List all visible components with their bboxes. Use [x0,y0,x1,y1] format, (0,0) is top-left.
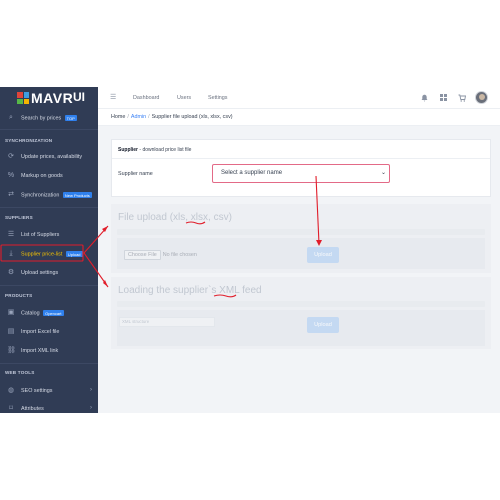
sidebar-item-search[interactable]: ⌕ Search by prices TOP [0,110,98,126]
section-title-products: PRODUCTS [5,293,33,298]
sidebar-divider [0,363,98,364]
xml-feed-bar [117,301,485,307]
download-icon: ⤓ [9,250,13,257]
menu-icon[interactable]: ☰ [110,94,116,102]
bell-icon[interactable] [421,94,428,105]
sidebar-item-label: Search by prices [21,115,62,122]
sidebar-item-import-excel[interactable]: ▤ Import Excel file [0,324,98,340]
sidebar-item-label: Update prices, availability [21,154,83,160]
breadcrumb-home[interactable]: Home [111,114,125,120]
supplier-card: Supplier - download price list file Supp… [111,139,491,197]
card-title: Supplier - download price list file [118,147,191,153]
chevron-down-icon: ⌄ [380,170,386,176]
sidebar-divider [0,285,98,286]
gear-icon: ⚙ [7,269,15,276]
breadcrumb: Home / Admin / Supplier file upload (xls, xl… [111,114,233,120]
chevron-right-icon: › [90,405,92,411]
file-picker[interactable]: Choose File No file chosen [124,250,197,260]
brand-logo-icon [17,92,29,104]
card-divider [112,158,490,159]
sidebar-item-label: Attributes [21,406,44,412]
sync-icon: ⇄ [8,191,14,198]
sidebar-item-synchronization[interactable]: ⇄ Synchronization New Products [0,187,98,203]
grid-apps-icon[interactable] [440,94,447,104]
sidebar: MAVR UI ⌕ Search by prices TOP SYNCHRONI… [0,87,98,413]
file-icon: ▤ [7,328,15,335]
xml-feed-card: Loading the supplier`s XML feed XML stru… [111,277,491,349]
sidebar-item-label: Import XML link [21,348,59,354]
sidebar-item-seo-settings[interactable]: ◍ SEO settings › [0,383,98,399]
avatar[interactable] [475,91,488,104]
choose-file-button[interactable]: Choose File [124,250,161,260]
globe-icon: ◍ [7,387,15,394]
sidebar-item-label: Synchronization [21,192,60,199]
nav-link-users[interactable]: Users [177,95,191,101]
breadcrumb-separator: / [148,114,150,120]
badge-opencart: Opencart [43,310,64,316]
file-upload-title: File upload (xls, xlsx, csv) [118,212,232,223]
sidebar-item-supplier-price-list[interactable]: ⤓ Supplier price-list Upload [0,246,98,262]
link-icon: ⛓ [7,347,16,354]
sidebar-item-label: Upload settings [21,270,59,276]
section-title-synchronization: SYNCHRONIZATION [5,138,53,143]
brand: MAVR UI [0,87,98,109]
topbar: ☰ Dashboard Users Settings [98,87,500,109]
search-icon: ⌕ [9,114,13,121]
sidebar-item-import-xml[interactable]: ⛓ Import XML link [0,343,98,359]
xml-feed-inner [117,310,485,346]
xml-upload-button[interactable]: Upload [307,317,339,333]
sidebar-divider [0,207,98,208]
sidebar-item-catalog[interactable]: ▣ Catalog Opencart [0,305,98,321]
nav-link-settings[interactable]: Settings [208,95,227,101]
refresh-icon: ⟳ [8,153,14,160]
supplier-name-label: Supplier name [118,171,153,177]
percent-icon: % [7,172,15,179]
badge-new-products: New Products [62,192,92,198]
sidebar-item-label: Import Excel file [21,329,60,335]
brand-suffix: UI [73,90,85,104]
card-title-rest: - download price list file [138,147,192,153]
badge-upload: Upload [65,251,83,257]
sidebar-item-label: Markup on goods [21,173,63,179]
breadcrumb-current: Supplier file upload (xls, xlsx, csv) [151,114,233,120]
sidebar-item-label: SEO settings [21,388,53,394]
sidebar-item-markup[interactable]: % Markup on goods [0,168,98,184]
box-icon: ▣ [7,309,15,316]
screenshot-stage: MAVR UI ⌕ Search by prices TOP SYNCHRONI… [0,0,500,500]
sidebar-item-label: List of Suppliers [21,232,60,238]
section-title-suppliers: SUPPLIERS [5,215,33,220]
xml-structure-input[interactable]: XML structure [119,317,215,327]
brand-name: MAVR [31,90,74,106]
no-file-text: No file chosen [162,252,197,258]
supplier-select[interactable]: Select a supplier name ⌄ [212,164,390,183]
tag-icon: ⌑ [9,405,13,412]
file-upload-card: File upload (xls, xlsx, csv) Choose File… [111,204,491,273]
file-upload-bar [117,229,485,235]
badge-top: TOP [64,115,77,121]
sidebar-item-update-prices[interactable]: ⟳ Update prices, availability [0,149,98,165]
sidebar-divider [0,129,98,130]
list-icon: ☰ [7,231,15,238]
nav-link-dashboard[interactable]: Dashboard [133,95,159,101]
cart-icon[interactable] [458,94,467,105]
file-upload-button[interactable]: Upload [307,247,339,263]
sidebar-item-list-of-suppliers[interactable]: ☰ List of Suppliers [0,227,98,243]
sidebar-item-label: Supplier price-list [21,251,63,258]
sidebar-item-upload-settings[interactable]: ⚙ Upload settings [0,265,98,281]
sidebar-item-attributes[interactable]: ⌑ Attributes › [0,401,98,413]
xml-feed-title: Loading the supplier`s XML feed [118,285,262,296]
chevron-right-icon: › [90,387,92,393]
card-title-bold: Supplier [118,147,139,153]
supplier-select-value: Select a supplier name [221,170,283,176]
section-title-web-tools: WEB TOOLS [5,370,35,375]
breadcrumb-admin[interactable]: Admin [131,114,146,120]
sidebar-item-label: Catalog [21,310,40,317]
breadcrumb-separator: / [127,114,129,120]
